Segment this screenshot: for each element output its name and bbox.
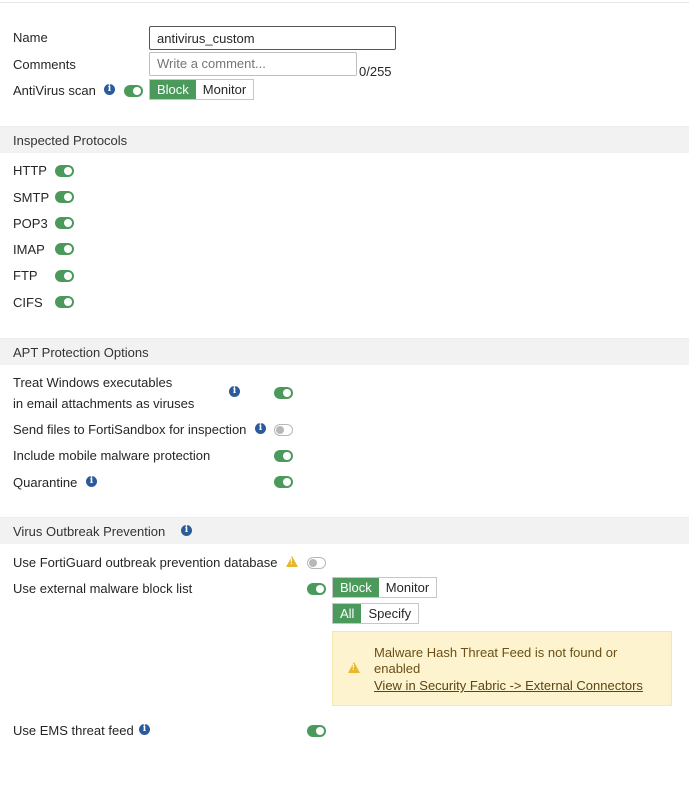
threat-feed-warning: ! Malware Hash Threat Feed is not found …: [332, 631, 672, 706]
send-sandbox-toggle[interactable]: [274, 424, 293, 436]
treat-windows-toggle[interactable]: [274, 387, 293, 399]
section-title: Virus Outbreak Prevention: [13, 524, 166, 539]
virus-outbreak-header: Virus Outbreak Prevention i: [0, 517, 689, 544]
antivirus-scan-label: AntiVirus scan: [13, 83, 96, 98]
protocol-toggle-pop3[interactable]: [55, 217, 74, 229]
section-title: APT Protection Options: [13, 345, 149, 360]
external-mode-block[interactable]: Block: [333, 578, 379, 597]
external-mode-monitor[interactable]: Monitor: [378, 578, 437, 597]
quarantine-toggle[interactable]: [274, 476, 293, 488]
top-divider: [0, 2, 689, 3]
protocol-toggle-cifs[interactable]: [55, 296, 74, 308]
protocol-label-ftp: FTP: [13, 268, 38, 283]
external-block-label: Use external malware block list: [13, 581, 193, 596]
protocol-toggle-ftp[interactable]: [55, 270, 74, 282]
mobile-malware-label: Include mobile malware protection: [13, 448, 211, 463]
comments-counter: 0/255: [359, 64, 392, 79]
protocol-label-cifs: CIFS: [13, 295, 43, 310]
antivirus-scan-toggle[interactable]: [124, 85, 143, 97]
external-block-toggle[interactable]: [307, 583, 326, 595]
scope-selector: All Specify: [332, 603, 420, 624]
inspected-protocols-header: Inspected Protocols: [0, 126, 689, 153]
treat-windows-label-line2: in email attachments as viruses: [13, 396, 195, 411]
ems-toggle[interactable]: [307, 725, 326, 737]
protocol-toggle-imap[interactable]: [55, 243, 74, 255]
protocol-label-http: HTTP: [13, 163, 47, 178]
external-mode-selector: Block Monitor: [332, 577, 438, 598]
info-icon[interactable]: i: [181, 525, 192, 536]
info-icon[interactable]: i: [255, 423, 266, 434]
fortiguard-label: Use FortiGuard outbreak prevention datab…: [13, 555, 278, 570]
info-icon[interactable]: i: [104, 84, 115, 95]
external-connectors-link[interactable]: View in Security Fabric -> External Conn…: [374, 678, 643, 693]
scope-all[interactable]: All: [333, 604, 362, 623]
send-sandbox-label: Send files to FortiSandbox for inspectio…: [13, 422, 247, 437]
protocol-label-imap: IMAP: [13, 242, 45, 257]
antivirus-mode-selector: Block Monitor: [149, 79, 255, 100]
apt-protection-header: APT Protection Options: [0, 338, 689, 365]
section-title: Inspected Protocols: [13, 133, 128, 148]
name-input[interactable]: [149, 26, 396, 50]
comments-label: Comments: [13, 57, 76, 72]
fortiguard-toggle[interactable]: [307, 557, 326, 569]
treat-windows-label-line1: Treat Windows executables: [13, 375, 173, 390]
info-icon[interactable]: i: [139, 724, 150, 735]
antivirus-mode-monitor[interactable]: Monitor: [195, 80, 254, 99]
info-icon[interactable]: i: [229, 386, 240, 397]
protocol-label-smtp: SMTP: [13, 190, 50, 205]
quarantine-label: Quarantine: [13, 475, 78, 490]
protocol-toggle-http[interactable]: [55, 165, 74, 177]
warning-message: Malware Hash Threat Feed is not found or…: [374, 645, 618, 676]
name-label: Name: [13, 30, 48, 45]
protocol-label-pop3: POP3: [13, 216, 48, 231]
warning-icon: !: [286, 556, 298, 567]
antivirus-mode-block[interactable]: Block: [150, 80, 196, 99]
ems-label: Use EMS threat feed: [13, 723, 134, 738]
comments-textarea[interactable]: [149, 52, 357, 76]
warning-icon: !: [348, 662, 360, 673]
protocol-toggle-smtp[interactable]: [55, 191, 74, 203]
scope-specify[interactable]: Specify: [361, 604, 419, 623]
mobile-malware-toggle[interactable]: [274, 450, 293, 462]
info-icon[interactable]: i: [86, 476, 97, 487]
